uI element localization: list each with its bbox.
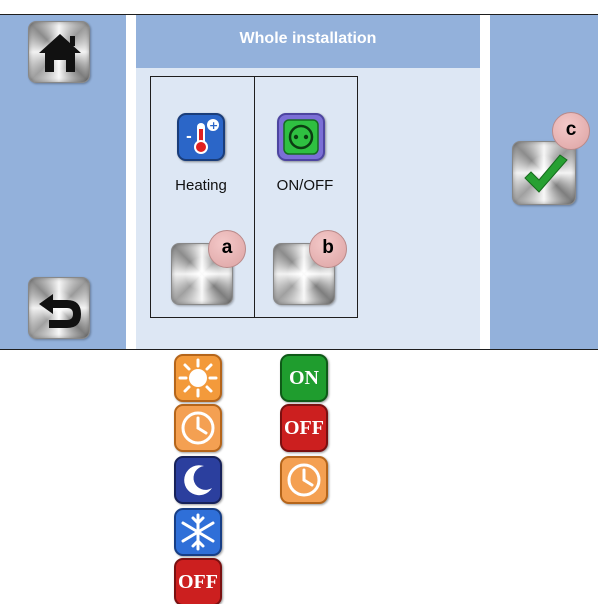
checkmark-icon [524,154,568,193]
selection-panel: - + Heating a ON/OFF b [150,76,358,318]
snowflake-icon [174,508,222,556]
svg-text:+: + [209,119,218,132]
off-icon: OFF [280,404,328,452]
right-sidebar: c [490,15,598,349]
svg-text:-: - [186,129,192,145]
callout-badge-c: c [552,112,590,150]
moon-icon [174,456,222,504]
left-sidebar [0,15,126,349]
page-title: Whole installation [136,15,480,68]
undo-arrow-icon [39,294,81,328]
clock-icon [280,456,328,504]
on-icon: ON [280,354,328,402]
confirm-button[interactable] [512,141,576,205]
onoff-label: ON/OFF [276,177,334,194]
panel-divider [254,77,255,317]
sun-icon [174,354,222,402]
home-button[interactable] [28,21,90,83]
power-socket-icon [277,113,325,161]
thermometer-icon: - + [177,113,225,161]
home-icon [39,34,81,72]
callout-badge-b: b [309,230,347,268]
clock-icon [174,404,222,452]
heating-label: Heating [175,177,227,194]
back-button[interactable] [28,277,90,339]
callout-badge-a: a [208,230,246,268]
off-icon: OFF [174,558,222,604]
